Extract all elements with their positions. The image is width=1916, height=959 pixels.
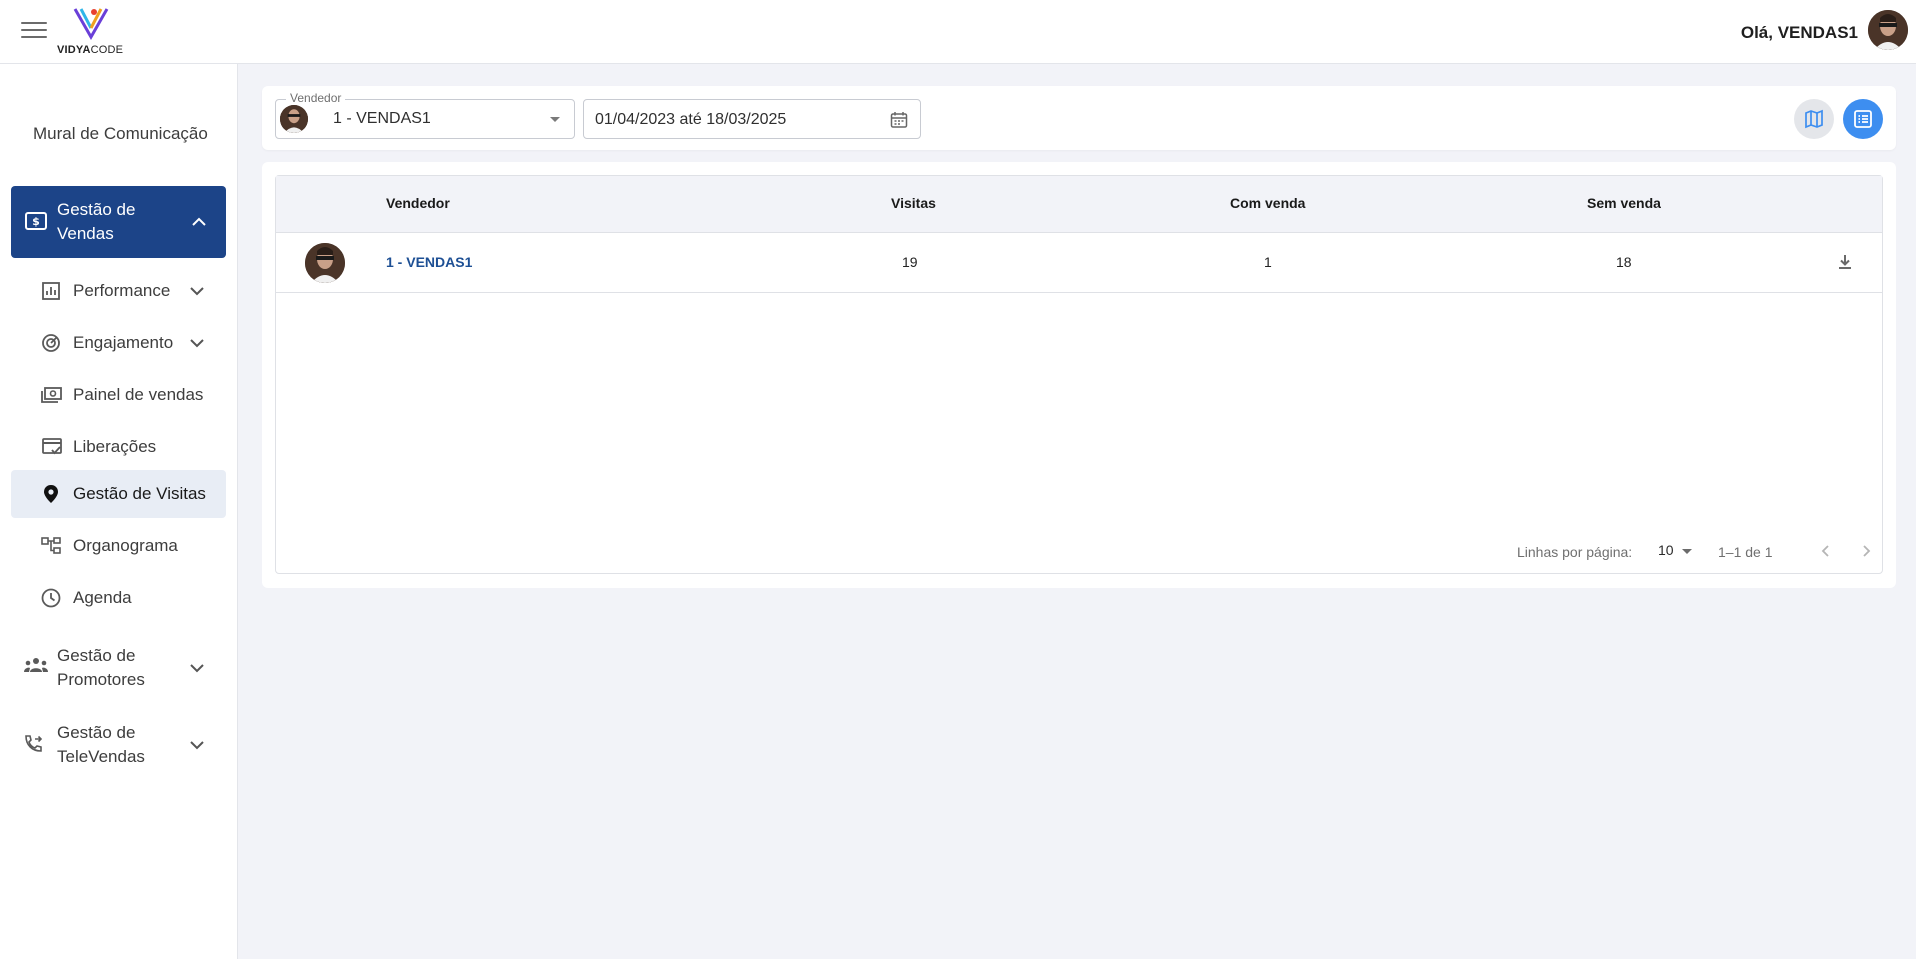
sidebar-item-gestao-visitas[interactable]: Gestão de Visitas bbox=[11, 470, 226, 518]
sidebar-item-label: Agenda bbox=[73, 588, 132, 607]
visits-table-card: Vendedor Visitas Com venda Sem venda 1 -… bbox=[262, 162, 1896, 588]
chevron-down-icon bbox=[190, 660, 204, 678]
svg-text:$: $ bbox=[32, 215, 40, 228]
date-range-input[interactable]: 01/04/2023 até 18/03/2025 bbox=[583, 99, 921, 139]
nav-group-label: Gestão de TeleVendas bbox=[57, 723, 145, 766]
previous-page-icon[interactable] bbox=[1816, 541, 1836, 561]
column-header-vendedor[interactable]: Vendedor bbox=[386, 195, 450, 211]
hamburger-menu-icon[interactable] bbox=[19, 19, 49, 43]
dropdown-caret-icon bbox=[1682, 549, 1692, 554]
clock-icon bbox=[41, 588, 61, 608]
map-view-button[interactable] bbox=[1794, 99, 1834, 139]
rows-per-page-value: 10 bbox=[1658, 542, 1674, 558]
sidebar-item-label: Performance bbox=[73, 281, 171, 300]
sidebar-item-performance[interactable]: Performance bbox=[11, 267, 226, 315]
visits-table: Vendedor Visitas Com venda Sem venda 1 -… bbox=[275, 175, 1883, 574]
sidebar-item-label: Painel de vendas bbox=[73, 385, 204, 404]
nav-group-gestao-promotores[interactable]: Gestão de Promotores bbox=[11, 638, 226, 698]
sidebar-item-engajamento[interactable]: Engajamento bbox=[11, 319, 226, 367]
nav-mural-comunicacao[interactable]: Mural de Comunicação bbox=[33, 122, 213, 146]
card-check-icon bbox=[41, 437, 62, 457]
seller-select[interactable]: Vendedor 1 - VENDAS1 bbox=[275, 91, 575, 139]
visits-count: 19 bbox=[902, 254, 918, 270]
nav-group-label: Gestão de Vendas bbox=[57, 200, 136, 243]
seller-select-value: 1 - VENDAS1 bbox=[333, 110, 431, 127]
location-pin-icon bbox=[41, 484, 61, 504]
sidebar-item-label: Liberações bbox=[73, 437, 157, 456]
sidebar-item-organograma[interactable]: Organograma bbox=[11, 522, 226, 570]
with-sale-count: 1 bbox=[1264, 254, 1272, 270]
seller-avatar bbox=[280, 105, 308, 133]
chevron-up-icon bbox=[192, 213, 206, 231]
people-group-icon bbox=[23, 657, 49, 678]
money-icon: $ bbox=[25, 212, 47, 235]
user-avatar[interactable] bbox=[1868, 10, 1908, 50]
seller-link[interactable]: 1 - VENDAS1 bbox=[386, 254, 472, 270]
user-greeting: Olá, VENDAS1 bbox=[1740, 23, 1858, 42]
org-chart-icon bbox=[41, 536, 61, 556]
column-header-sem-venda[interactable]: Sem venda bbox=[1587, 195, 1661, 211]
rows-per-page-label: Linhas por página: bbox=[1517, 544, 1633, 560]
table-row[interactable]: 1 - VENDAS1 19 1 18 bbox=[276, 233, 1882, 293]
date-range-value: 01/04/2023 até 18/03/2025 bbox=[595, 111, 787, 128]
seller-avatar bbox=[305, 243, 345, 283]
dropdown-caret-icon bbox=[550, 117, 560, 122]
table-pagination: Linhas por página: 10 1–1 de 1 bbox=[276, 536, 1882, 566]
sidebar-item-painel-vendas[interactable]: Painel de vendas bbox=[11, 371, 226, 419]
seller-select-label: Vendedor bbox=[286, 91, 346, 105]
calendar-icon[interactable] bbox=[890, 111, 908, 134]
download-icon[interactable] bbox=[1836, 253, 1854, 276]
sidebar-item-label: Engajamento bbox=[73, 333, 174, 352]
logo-text: VIDYACODE bbox=[57, 44, 124, 56]
rows-per-page-select[interactable]: 10 bbox=[1658, 542, 1698, 562]
chevron-down-icon bbox=[190, 335, 204, 353]
filter-bar: Vendedor 1 - VENDAS1 01/04/2023 até 18/0… bbox=[262, 86, 1896, 150]
top-bar: VIDYACODE Olá, VENDAS1 bbox=[0, 0, 1916, 64]
without-sale-count: 18 bbox=[1616, 254, 1632, 270]
table-header: Vendedor Visitas Com venda Sem venda bbox=[276, 176, 1882, 233]
nav-group-gestao-televendas[interactable]: Gestão de TeleVendas bbox=[11, 715, 226, 775]
target-icon bbox=[41, 333, 61, 353]
nav-group-label: Gestão de Promotores bbox=[57, 646, 145, 689]
pagination-range: 1–1 de 1 bbox=[1718, 544, 1773, 560]
chevron-down-icon bbox=[190, 737, 204, 755]
sidebar: Mural de Comunicação $ Gestão de Vendas … bbox=[0, 64, 238, 959]
bar-chart-icon bbox=[41, 281, 61, 301]
money-panel-icon bbox=[41, 385, 62, 405]
sidebar-item-agenda[interactable]: Agenda bbox=[11, 574, 226, 622]
column-header-visitas[interactable]: Visitas bbox=[891, 195, 936, 211]
column-header-com-venda[interactable]: Com venda bbox=[1230, 195, 1305, 211]
chevron-down-icon bbox=[190, 283, 204, 301]
nav-group-gestao-vendas[interactable]: $ Gestão de Vendas bbox=[11, 186, 226, 258]
vidyacode-logo[interactable]: VIDYACODE bbox=[55, 4, 127, 58]
sidebar-item-label: Gestão de Visitas bbox=[73, 484, 206, 503]
next-page-icon[interactable] bbox=[1856, 541, 1876, 561]
sidebar-item-liberacoes[interactable]: Liberações bbox=[11, 423, 226, 471]
phone-forward-icon bbox=[23, 734, 43, 759]
list-view-button[interactable] bbox=[1843, 99, 1883, 139]
sidebar-item-label: Organograma bbox=[73, 536, 178, 555]
